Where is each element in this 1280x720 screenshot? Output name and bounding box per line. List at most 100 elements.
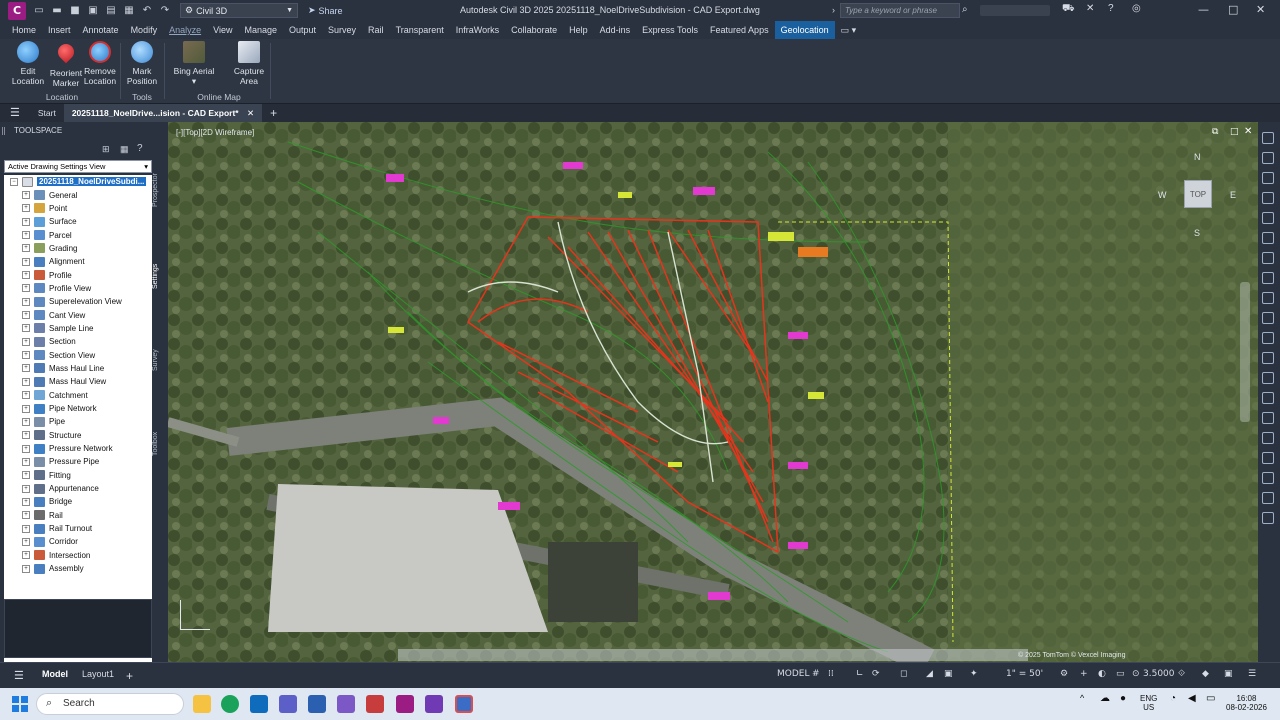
snap-icon[interactable]: ⁞⁞	[828, 669, 834, 679]
tab-analyze[interactable]: Analyze	[163, 21, 207, 39]
mark-position-button[interactable]: Mark Position	[124, 41, 160, 86]
tree-item-mass-haul-view[interactable]: + Mass Haul View	[4, 375, 152, 388]
minimize-icon[interactable]: —	[1198, 3, 1209, 16]
tab-modify[interactable]: Modify	[125, 21, 164, 39]
web-icon[interactable]: ▤	[104, 4, 118, 18]
menu-icon[interactable]: ☰	[0, 104, 30, 122]
tool-icon[interactable]	[1262, 212, 1274, 224]
edge-icon[interactable]	[221, 695, 239, 713]
annotation-icon[interactable]: ✦	[970, 669, 978, 679]
hardware-acceleration-icon[interactable]: ◆	[1202, 669, 1209, 679]
save-as-icon[interactable]: ▣	[86, 4, 100, 18]
civil3d-icon[interactable]	[396, 695, 414, 713]
wifi-icon[interactable]: ◔	[1170, 694, 1176, 704]
tree-item-catchment[interactable]: + Catchment	[4, 389, 152, 402]
plus-icon[interactable]: +	[1080, 669, 1088, 679]
tool-icon[interactable]	[1262, 412, 1274, 424]
tree-item-rail[interactable]: + Rail	[4, 509, 152, 522]
gear-icon[interactable]: ⚙	[1060, 669, 1068, 679]
redo-icon[interactable]: ↷	[158, 4, 172, 18]
app-icon[interactable]	[455, 695, 473, 713]
command-line[interactable]	[398, 649, 1028, 661]
app-icon[interactable]	[337, 695, 355, 713]
tool-icon[interactable]	[1262, 272, 1274, 284]
tree-item-surface[interactable]: + Surface	[4, 215, 152, 228]
remove-location-button[interactable]: Remove Location	[82, 41, 118, 86]
chevron-up-icon[interactable]: ^	[1080, 694, 1084, 703]
tool-icon[interactable]	[1262, 472, 1274, 484]
tree-item-profile[interactable]: + Profile	[4, 268, 152, 281]
tab-prospector[interactable]: Prospector	[152, 160, 166, 220]
tool-icon[interactable]	[1262, 452, 1274, 464]
tab-insert[interactable]: Insert	[42, 21, 77, 39]
precision-value[interactable]: 3.5000	[1143, 669, 1175, 679]
lineweight-icon[interactable]: ◢	[926, 669, 933, 679]
tool-icon[interactable]	[1262, 252, 1274, 264]
bing-aerial-button[interactable]: Bing Aerial ▾	[172, 41, 216, 86]
tree-item-parcel[interactable]: + Parcel	[4, 228, 152, 241]
tree-item-fitting[interactable]: + Fitting	[4, 469, 152, 482]
volume-icon[interactable]: ◀	[1188, 694, 1196, 704]
ribbon-options-icon[interactable]: ▭ ▾	[835, 21, 863, 39]
menu-icon[interactable]: ☰	[14, 669, 24, 682]
tab-annotate[interactable]: Annotate	[77, 21, 125, 39]
clock[interactable]: 16:08 08-02-2026	[1226, 694, 1267, 712]
tab-start[interactable]: Start	[30, 104, 64, 122]
close-icon[interactable]: ✕	[1256, 3, 1265, 16]
tree-item-section-view[interactable]: + Section View	[4, 348, 152, 361]
reorient-marker-button[interactable]: Reorient Marker	[48, 40, 84, 88]
search-icon[interactable]: ⌕	[962, 4, 968, 15]
battery-icon[interactable]: ▭	[1206, 694, 1215, 704]
tree-item-general[interactable]: + General	[4, 188, 152, 201]
tool-icon[interactable]	[1262, 352, 1274, 364]
tool-icon[interactable]	[1262, 512, 1274, 524]
help-icon[interactable]: ?	[1108, 3, 1114, 14]
tree-item-sample-line[interactable]: + Sample Line	[4, 322, 152, 335]
tab-survey[interactable]: Survey	[322, 21, 362, 39]
tree-item-assembly[interactable]: + Assembly	[4, 562, 152, 575]
tree-item-grading[interactable]: + Grading	[4, 242, 152, 255]
tool-icon[interactable]	[1262, 332, 1274, 344]
cloud-icon[interactable]: ☁	[1100, 694, 1110, 704]
tree-item-intersection[interactable]: + Intersection	[4, 549, 152, 562]
tree-item-alignment[interactable]: + Alignment	[4, 255, 152, 268]
units-icon[interactable]: ▭	[1116, 669, 1125, 679]
tool-icon[interactable]	[1262, 432, 1274, 444]
new-tab-icon[interactable]: +	[262, 104, 285, 122]
print-icon[interactable]: ▦	[122, 4, 136, 18]
tool-icon[interactable]	[1262, 372, 1274, 384]
tree-root[interactable]: − 20251118_NoelDriveSubdi...	[4, 175, 152, 188]
tool-icon[interactable]	[1262, 492, 1274, 504]
viewcube[interactable]: N W E S TOP	[1158, 144, 1238, 264]
tree-item-pipe-network[interactable]: + Pipe Network	[4, 402, 152, 415]
tool-icon[interactable]	[1262, 152, 1274, 164]
isolate-icon[interactable]: ⟐	[1178, 669, 1185, 679]
app-icon[interactable]	[366, 695, 384, 713]
tab-settings[interactable]: Settings	[152, 246, 166, 306]
mic-icon[interactable]: ●	[1120, 694, 1126, 704]
tab-infraworks[interactable]: InfraWorks	[450, 21, 505, 39]
toolspace-option-icon[interactable]: ⊞	[102, 144, 110, 155]
selection-cycling-icon[interactable]: ▣	[944, 669, 953, 679]
osnap-icon[interactable]: ◻	[900, 669, 907, 679]
open-icon[interactable]: ▬	[50, 4, 64, 18]
viewport-label[interactable]: [-][Top][2D Wireframe]	[176, 128, 254, 137]
menu-icon[interactable]: ☰	[1248, 669, 1256, 679]
tab-geolocation[interactable]: Geolocation	[774, 21, 835, 39]
viewport-maximize-icon[interactable]: □	[1230, 127, 1239, 137]
tab-help[interactable]: Help	[563, 21, 594, 39]
workspace-icon[interactable]: ◐	[1098, 669, 1106, 679]
tree-item-mass-haul-line[interactable]: + Mass Haul Line	[4, 362, 152, 375]
windows-start-icon[interactable]	[12, 696, 28, 712]
tab-drawing[interactable]: 20251118_NoelDrive...ision - CAD Export*…	[63, 104, 263, 122]
tab-model[interactable]: Model	[42, 669, 68, 679]
clean-screen-icon[interactable]: ▣	[1224, 669, 1233, 679]
tree-item-rail-turnout[interactable]: + Rail Turnout	[4, 522, 152, 535]
navigation-bar[interactable]	[1240, 282, 1250, 422]
user-account[interactable]	[980, 5, 1050, 16]
close-icon[interactable]: ✕	[1244, 126, 1252, 137]
close-icon[interactable]: ✕	[247, 108, 254, 118]
tab-toolbox[interactable]: Toolbox	[152, 414, 166, 474]
tree-item-profile-view[interactable]: + Profile View	[4, 282, 152, 295]
grip-icon[interactable]	[2, 127, 5, 135]
